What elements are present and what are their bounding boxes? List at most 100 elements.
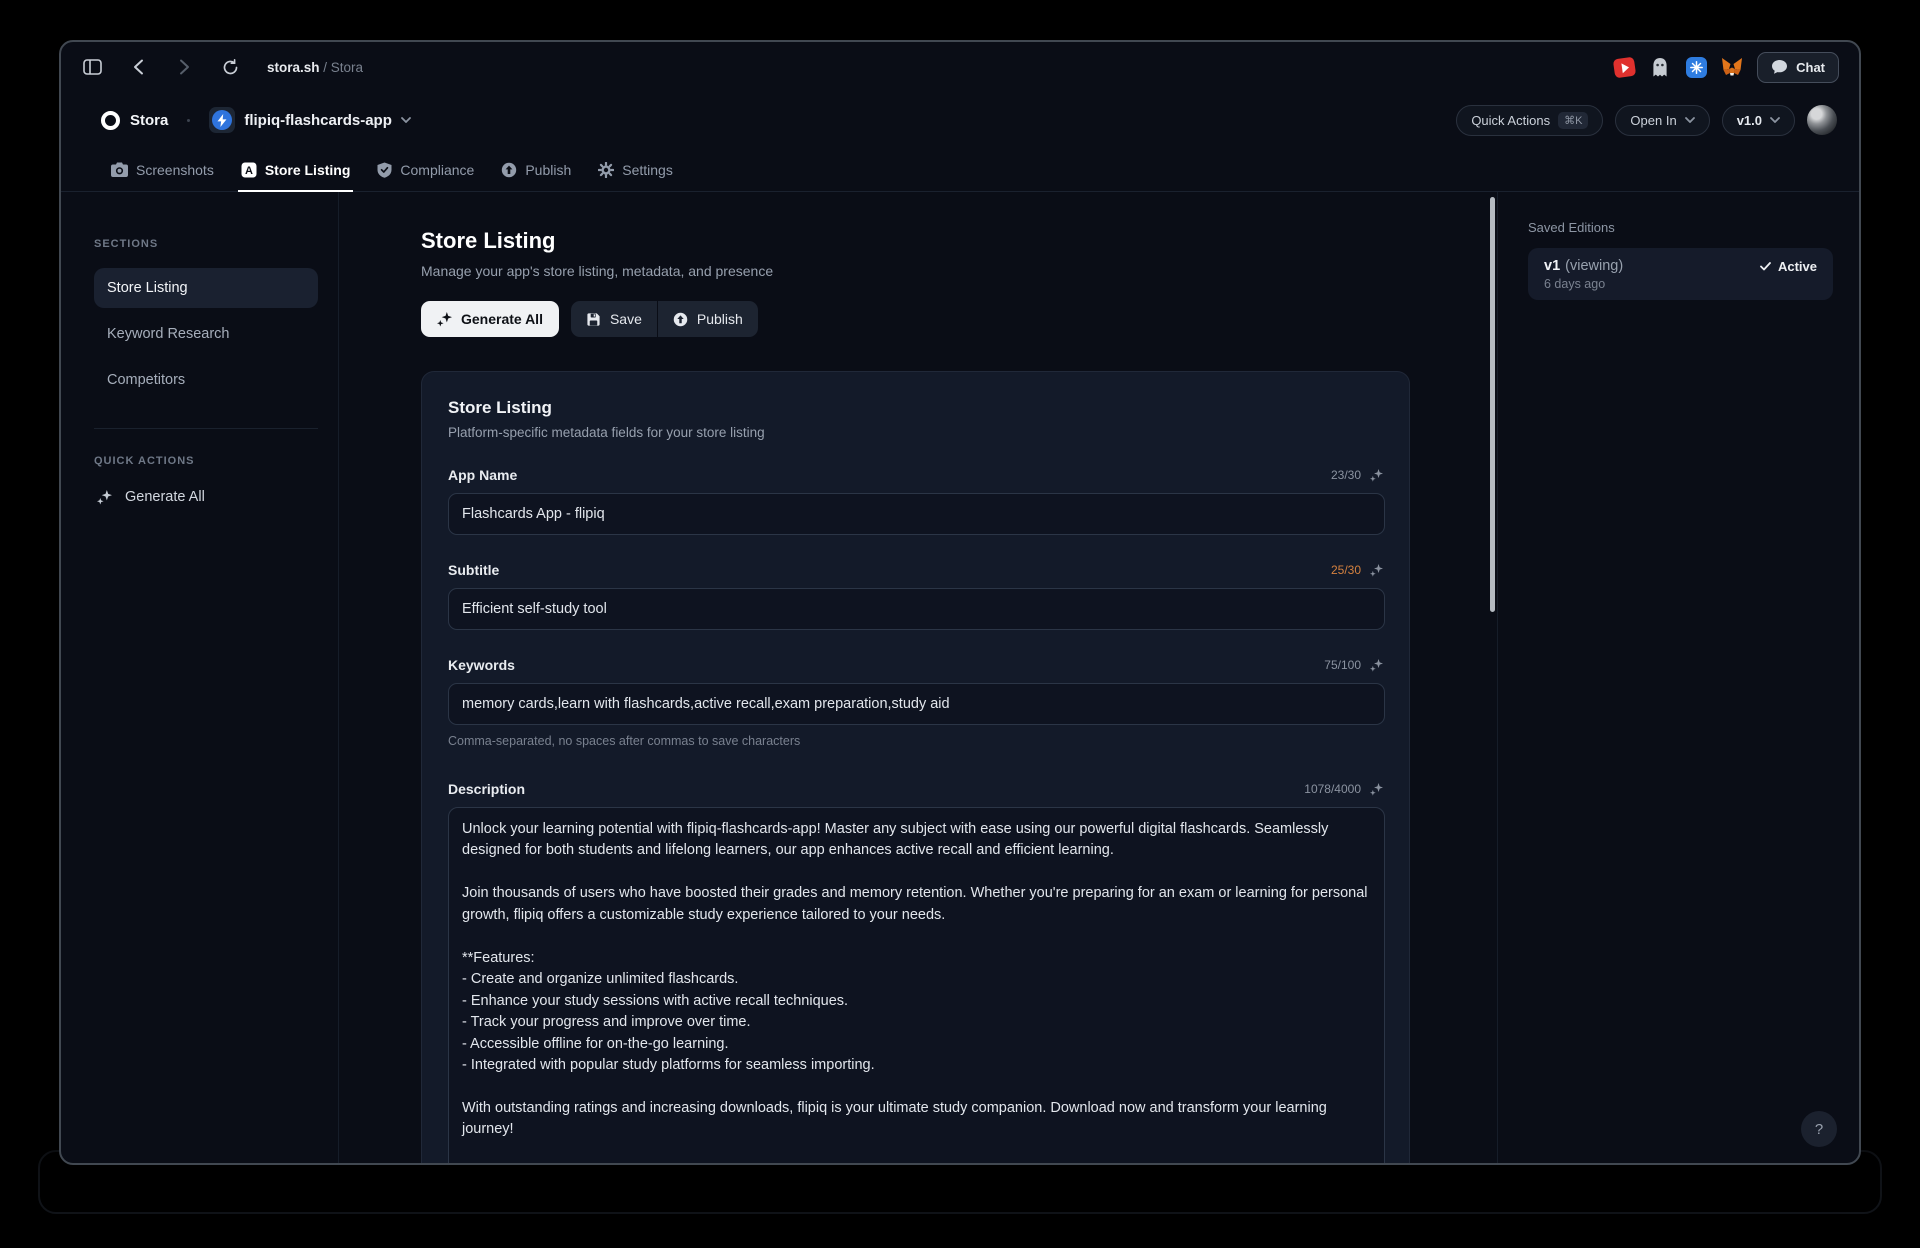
floppy-disk-icon bbox=[586, 312, 601, 327]
sections-sidebar: SECTIONS Store Listing Keyword Research … bbox=[61, 192, 339, 1163]
subtitle-counter: 25/30 bbox=[1331, 563, 1361, 577]
desktop-background: stora.sh / Stora bbox=[0, 0, 1920, 1248]
chat-bubble-icon bbox=[1771, 59, 1788, 75]
tab-label: Compliance bbox=[400, 162, 474, 178]
description-label: Description bbox=[448, 781, 525, 797]
brand-name: Stora bbox=[130, 112, 168, 129]
project-name: flipiq-flashcards-app bbox=[244, 112, 392, 129]
tab-label: Settings bbox=[622, 162, 673, 178]
page-subtitle: Manage your app's store listing, metadat… bbox=[421, 263, 1497, 279]
camera-icon bbox=[111, 162, 128, 177]
chevron-down-icon bbox=[1685, 117, 1695, 123]
version-dropdown[interactable]: v1.0 bbox=[1722, 105, 1795, 136]
generate-all-button[interactable]: Generate All bbox=[421, 301, 559, 337]
description-counter: 1078/4000 bbox=[1304, 782, 1361, 796]
saved-editions-panel: Saved Editions v1 (viewing) Active 6 day… bbox=[1497, 192, 1859, 1163]
tab-settings[interactable]: Settings bbox=[598, 148, 673, 191]
tab-publish[interactable]: Publish bbox=[501, 148, 571, 191]
main-content: Store Listing Manage your app's store li… bbox=[339, 192, 1497, 1163]
save-button-label: Save bbox=[610, 311, 642, 327]
sparkle-generate-icon[interactable] bbox=[1370, 564, 1383, 577]
blue-extension-icon[interactable] bbox=[1685, 56, 1707, 78]
metamask-fox-icon[interactable] bbox=[1721, 56, 1743, 78]
chat-label: Chat bbox=[1796, 60, 1825, 75]
sidebar-item-label: Competitors bbox=[107, 372, 185, 388]
app-name-label: App Name bbox=[448, 467, 517, 483]
tab-label: Screenshots bbox=[136, 162, 214, 178]
description-field: Description 1078/4000 Unlock your learni… bbox=[448, 781, 1383, 1165]
browser-toolbar: stora.sh / Stora bbox=[61, 42, 1859, 92]
header-separator bbox=[187, 119, 190, 122]
quick-actions-label: Quick Actions bbox=[1471, 113, 1550, 128]
project-switcher[interactable]: flipiq-flashcards-app bbox=[209, 107, 411, 133]
sparkle-generate-icon[interactable] bbox=[1370, 783, 1383, 796]
tab-screenshots[interactable]: Screenshots bbox=[111, 148, 214, 191]
app-name-input[interactable] bbox=[448, 493, 1385, 535]
svg-text:A: A bbox=[245, 165, 253, 177]
help-button[interactable]: ? bbox=[1801, 1111, 1837, 1147]
saved-editions-title: Saved Editions bbox=[1528, 220, 1833, 235]
app-name-counter: 23/30 bbox=[1331, 468, 1361, 482]
edition-time: 6 days ago bbox=[1544, 277, 1817, 291]
publish-upload-icon bbox=[501, 162, 517, 178]
vertical-scrollbar[interactable] bbox=[1490, 197, 1495, 612]
publish-button[interactable]: Publish bbox=[657, 301, 758, 337]
reload-icon[interactable] bbox=[219, 56, 241, 78]
app-name-field: App Name 23/30 bbox=[448, 467, 1383, 535]
command-k-kbd: ⌘K bbox=[1558, 112, 1588, 129]
red-extension-icon[interactable] bbox=[1613, 56, 1635, 78]
sparkle-generate-icon[interactable] bbox=[1370, 659, 1383, 672]
brand[interactable]: Stora bbox=[101, 111, 168, 130]
tab-store-listing[interactable]: A Store Listing bbox=[241, 148, 351, 191]
keywords-counter: 75/100 bbox=[1324, 658, 1361, 672]
sections-title: SECTIONS bbox=[94, 238, 318, 250]
chat-button[interactable]: Chat bbox=[1757, 52, 1839, 83]
help-label: ? bbox=[1815, 1121, 1823, 1138]
quick-actions-button[interactable]: Quick Actions ⌘K bbox=[1456, 105, 1603, 136]
sidebar-divider bbox=[94, 428, 318, 429]
chevron-down-icon bbox=[401, 117, 411, 123]
version-label: v1.0 bbox=[1737, 113, 1762, 128]
subtitle-field: Subtitle 25/30 bbox=[448, 562, 1383, 630]
open-in-label: Open In bbox=[1630, 113, 1676, 128]
quick-actions-title: QUICK ACTIONS bbox=[94, 455, 318, 467]
tab-compliance[interactable]: Compliance bbox=[377, 148, 474, 191]
subtitle-input[interactable] bbox=[448, 588, 1385, 630]
keywords-label: Keywords bbox=[448, 657, 515, 673]
tab-label: Store Listing bbox=[265, 162, 351, 178]
keywords-input[interactable] bbox=[448, 683, 1385, 725]
gear-icon bbox=[598, 162, 614, 178]
sidebar-item-competitors[interactable]: Competitors bbox=[94, 360, 318, 400]
open-in-button[interactable]: Open In bbox=[1615, 105, 1709, 136]
save-button[interactable]: Save bbox=[571, 301, 657, 337]
publish-button-label: Publish bbox=[697, 311, 743, 327]
sidebar-generate-all[interactable]: Generate All bbox=[94, 489, 318, 505]
edition-item[interactable]: v1 (viewing) Active 6 days ago bbox=[1528, 248, 1833, 300]
description-textarea[interactable]: Unlock your learning potential with flip… bbox=[448, 807, 1385, 1165]
forward-icon[interactable] bbox=[173, 56, 195, 78]
sidebar-toggle-icon[interactable] bbox=[81, 56, 103, 78]
project-app-icon bbox=[209, 107, 235, 133]
nav-tabs: Screenshots A Store Listing Compliance bbox=[61, 148, 1859, 192]
app-store-icon: A bbox=[241, 162, 257, 178]
address-bar[interactable]: stora.sh / Stora bbox=[267, 60, 363, 75]
ghost-extension-icon[interactable] bbox=[1649, 56, 1671, 78]
sparkle-generate-icon[interactable] bbox=[1370, 469, 1383, 482]
keywords-field: Keywords 75/100 Comma-separated, no spac… bbox=[448, 657, 1383, 748]
store-listing-card: Store Listing Platform-specific metadata… bbox=[421, 371, 1410, 1165]
sparkles-icon bbox=[437, 312, 452, 327]
avatar[interactable] bbox=[1807, 105, 1837, 135]
card-title: Store Listing bbox=[448, 398, 1383, 418]
generate-all-button-label: Generate All bbox=[461, 311, 543, 327]
back-icon[interactable] bbox=[127, 56, 149, 78]
chevron-down-icon bbox=[1770, 117, 1780, 123]
active-badge: Active bbox=[1760, 259, 1817, 274]
edition-viewing-suffix: (viewing) bbox=[1565, 258, 1623, 274]
sidebar-item-store-listing[interactable]: Store Listing bbox=[94, 268, 318, 308]
url-path: / Stora bbox=[320, 60, 364, 75]
publish-upload-icon bbox=[673, 312, 688, 327]
generate-all-label: Generate All bbox=[125, 489, 205, 505]
edition-name: v1 bbox=[1544, 258, 1560, 274]
url-host: stora.sh bbox=[267, 60, 320, 75]
sidebar-item-keyword-research[interactable]: Keyword Research bbox=[94, 314, 318, 354]
